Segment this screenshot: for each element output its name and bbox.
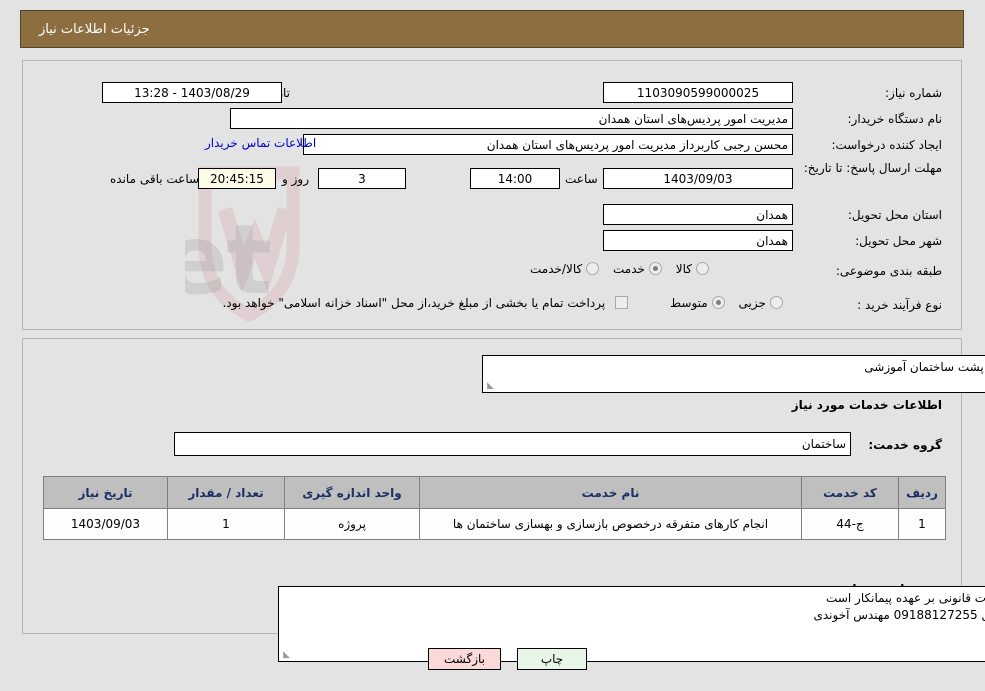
deadline-hour-label: ساعت <box>565 172 598 186</box>
province-field[interactable]: همدان <box>603 204 793 225</box>
cell-name: انجام کارهای متفرقه درخصوص بازسازی و بهس… <box>419 508 802 540</box>
col-need-date: تاریخ نیاز <box>43 476 168 509</box>
process-option-jozei-label: جزیی <box>738 296 766 310</box>
category-radio-group: کالا خدمت کالا/خدمت <box>520 262 800 276</box>
province-label: استان محل تحویل: <box>847 208 942 222</box>
deadline-hour-field[interactable]: 14:00 <box>470 168 560 189</box>
process-label: نوع فرآیند خرید : <box>857 298 942 312</box>
col-name: نام خدمت <box>419 476 802 509</box>
resize-grip-icon[interactable]: ◣ <box>485 382 494 391</box>
services-table: ردیف کد خدمت نام خدمت واحد اندازه گیری ت… <box>43 476 946 540</box>
announce-field[interactable]: 1403/08/29 - 13:28 <box>102 82 282 103</box>
buyer-notes-line-1: تمامی کسورات قانونی بر عهده پیمانکار است <box>826 591 985 605</box>
deadline-label: مهلت ارسال پاسخ: تا تاریخ: <box>803 161 942 175</box>
cell-code: ج-44 <box>801 508 899 540</box>
category-option-kala-khedmat[interactable]: کالا/خدمت <box>520 262 600 276</box>
col-code: کد خدمت <box>801 476 899 509</box>
col-radif: ردیف <box>898 476 946 509</box>
category-option-khedmat-label: خدمت <box>613 262 645 276</box>
service-group-field[interactable]: ساختمان <box>174 432 851 456</box>
category-option-kala[interactable]: کالا <box>662 262 709 276</box>
process-option-motevaset[interactable]: متوسط <box>660 296 725 310</box>
requester-field[interactable]: محسن رجبی کاربرداز مدیریت امور پردیس‌های… <box>303 134 793 155</box>
radio-kala-icon[interactable] <box>696 262 709 275</box>
page-title: جزئیات اطلاعات نیاز <box>39 22 150 37</box>
remaining-days-field[interactable]: 3 <box>318 168 406 189</box>
process-radio-group: جزیی متوسط <box>660 296 800 310</box>
radio-kala-khedmat-icon[interactable] <box>586 262 600 275</box>
remaining-hours-label: ساعت باقی مانده <box>110 172 200 186</box>
buyer-notes-line-2: هر گونه سوال 09188127255 مهندس آخوندی <box>813 608 985 622</box>
cell-radif: 1 <box>898 508 946 540</box>
category-option-khedmat[interactable]: خدمت <box>599 262 662 276</box>
buyer-contact-link[interactable]: اطلاعات تماس خریدار <box>205 136 316 150</box>
back-button[interactable]: بازگشت <box>428 648 501 670</box>
services-section-heading: اطلاعات خدمات مورد نیاز <box>791 398 942 412</box>
cell-qty: 1 <box>167 508 285 540</box>
table-row[interactable]: 1 ج-44 انجام کارهای متفرقه درخصوص بازساز… <box>43 508 946 540</box>
deadline-date-field[interactable]: 1403/09/03 <box>603 168 793 189</box>
treasury-note-text: پرداخت تمام یا بخشی از مبلغ خرید،از محل … <box>222 296 606 310</box>
cell-unit: پروژه <box>284 508 420 540</box>
buyer-notes-textarea[interactable]: تمامی کسورات قانونی بر عهده پیمانکار است… <box>278 586 985 662</box>
countdown-timer-field: 20:45:15 <box>198 168 276 189</box>
category-label: طبقه بندی موضوعی: <box>835 264 942 278</box>
buyer-org-field[interactable]: مدیریت امور پردیس‌های استان همدان <box>230 108 793 129</box>
description-textarea[interactable]: تعمیرات و بهسازی ورودی و نمای پشت ساختما… <box>482 355 985 393</box>
category-option-kala-label: کالا <box>675 262 692 276</box>
category-option-kala-khedmat-label: کالا/خدمت <box>530 262 583 276</box>
col-unit: واحد اندازه گیری <box>284 476 420 509</box>
radio-khedmat-icon[interactable] <box>648 262 662 275</box>
remaining-days-label: روز و <box>282 172 309 186</box>
description-value: تعمیرات و بهسازی ورودی و نمای پشت ساختما… <box>864 360 985 374</box>
table-header-row: ردیف کد خدمت نام خدمت واحد اندازه گیری ت… <box>43 476 946 509</box>
process-option-jozei[interactable]: جزیی <box>725 296 783 310</box>
page-header-bar: جزئیات اطلاعات نیاز <box>20 10 964 48</box>
print-button[interactable]: چاپ <box>517 648 587 670</box>
service-group-label: گروه خدمت: <box>868 438 942 452</box>
city-field[interactable]: همدان <box>603 230 793 251</box>
city-label: شهر محل تحویل: <box>855 234 942 248</box>
need-number-field[interactable]: 1103090599000025 <box>603 82 793 103</box>
buyer-org-label: نام دستگاه خریدار: <box>847 112 943 126</box>
need-number-label: شماره نیاز: <box>885 86 942 100</box>
treasury-checkbox[interactable] <box>615 296 628 309</box>
process-option-motevaset-label: متوسط <box>670 296 708 310</box>
treasury-note-row[interactable]: پرداخت تمام یا بخشی از مبلغ خرید،از محل … <box>118 296 628 310</box>
col-qty: تعداد / مقدار <box>167 476 285 509</box>
resize-grip-icon[interactable]: ◣ <box>281 651 290 660</box>
radio-jozei-icon[interactable] <box>769 296 783 309</box>
requester-label: ایجاد کننده درخواست: <box>831 138 942 152</box>
cell-need-date: 1403/09/03 <box>43 508 168 540</box>
radio-motevaset-icon[interactable] <box>711 296 725 309</box>
